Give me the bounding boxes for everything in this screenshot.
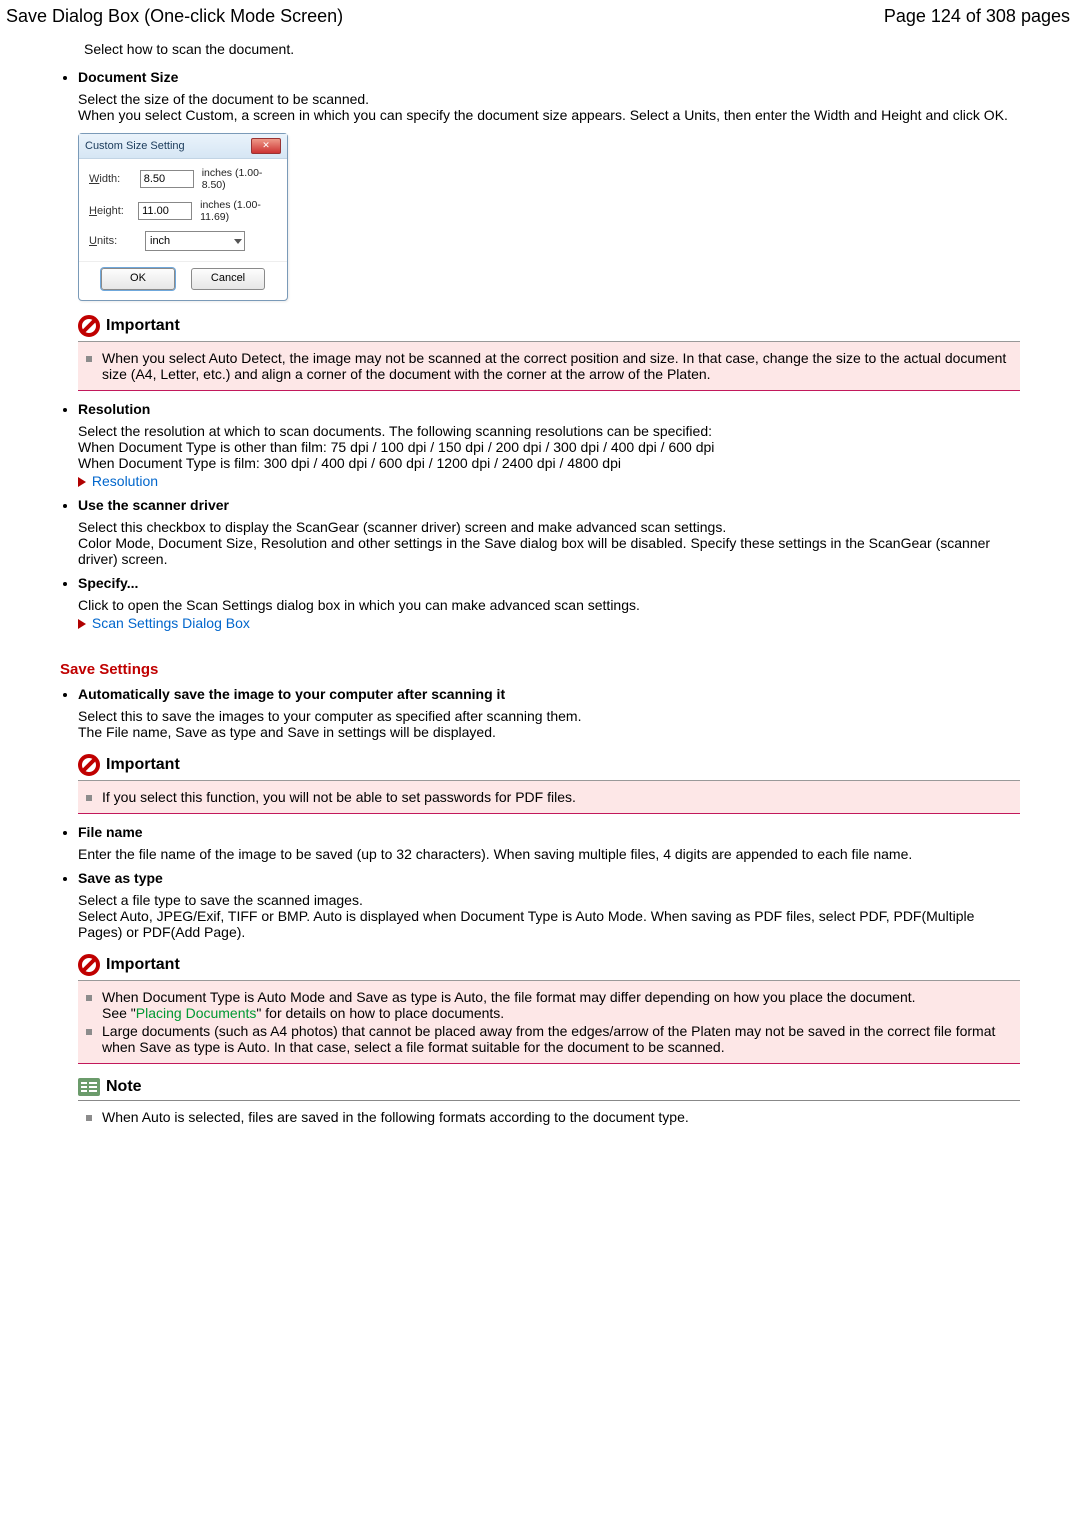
note-callout: Note When Auto is selected, files are sa… xyxy=(78,1078,1020,1133)
resolution-heading: Resolution xyxy=(78,401,1020,417)
important-callout-1: Important When you select Auto Detect, t… xyxy=(78,315,1020,391)
width-label: Width: xyxy=(89,173,132,185)
specify-heading: Specify... xyxy=(78,575,1020,591)
auto-save-desc-2: The File name, Save as type and Save in … xyxy=(78,724,1020,740)
important-title-2: Important xyxy=(106,756,180,774)
note-title: Note xyxy=(106,1078,142,1096)
chevron-down-icon xyxy=(234,239,242,244)
placing-documents-link[interactable]: Placing Documents xyxy=(136,1005,257,1021)
height-range: inches (1.00-11.69) xyxy=(200,199,277,223)
important-title-3: Important xyxy=(106,956,180,974)
auto-save-heading: Automatically save the image to your com… xyxy=(78,686,1020,702)
resolution-desc-1: Select the resolution at which to scan d… xyxy=(78,423,1020,439)
arrow-right-icon xyxy=(78,619,86,629)
important-title-1: Important xyxy=(106,317,180,335)
auto-save-desc-1: Select this to save the images to your c… xyxy=(78,708,1020,724)
width-range: inches (1.00-8.50) xyxy=(202,167,277,191)
note-icon xyxy=(78,1078,100,1096)
note-text: When Auto is selected, files are saved i… xyxy=(86,1109,1012,1125)
prohibition-icon xyxy=(78,954,100,976)
important1-text: When you select Auto Detect, the image m… xyxy=(86,350,1012,382)
page-title: Save Dialog Box (One-click Mode Screen) xyxy=(6,6,343,27)
save-as-type-desc-1: Select a file type to save the scanned i… xyxy=(78,892,1020,908)
custom-size-dialog: Custom Size Setting ✕ Width: inches (1.0… xyxy=(78,133,288,301)
close-button[interactable]: ✕ xyxy=(251,138,281,154)
height-label: Height: xyxy=(89,205,130,217)
page-count: Page 124 of 308 pages xyxy=(884,6,1070,27)
file-name-heading: File name xyxy=(78,824,1020,840)
prohibition-icon xyxy=(78,754,100,776)
save-as-type-desc-2: Select Auto, JPEG/Exif, TIFF or BMP. Aut… xyxy=(78,908,1020,940)
width-input[interactable] xyxy=(140,170,194,188)
document-size-desc-1: Select the size of the document to be sc… xyxy=(78,91,1020,107)
resolution-link[interactable]: Resolution xyxy=(92,473,158,489)
important-callout-3: Important When Document Type is Auto Mod… xyxy=(78,954,1020,1064)
document-size-heading: Document Size xyxy=(78,69,1020,85)
scanner-driver-desc-2: Color Mode, Document Size, Resolution an… xyxy=(78,535,1020,567)
scan-settings-link[interactable]: Scan Settings Dialog Box xyxy=(92,615,250,631)
important3-item-1: When Document Type is Auto Mode and Save… xyxy=(86,989,1012,1021)
important-callout-2: Important If you select this function, y… xyxy=(78,754,1020,814)
important2-text: If you select this function, you will no… xyxy=(86,789,1012,805)
intro-text: Select how to scan the document. xyxy=(84,41,1020,57)
important3-item-2: Large documents (such as A4 photos) that… xyxy=(86,1023,1012,1055)
height-input[interactable] xyxy=(138,202,192,220)
ok-button[interactable]: OK xyxy=(101,268,175,290)
units-label: Units: xyxy=(89,235,137,247)
file-name-desc: Enter the file name of the image to be s… xyxy=(78,846,1020,862)
scanner-driver-heading: Use the scanner driver xyxy=(78,497,1020,513)
specify-desc: Click to open the Scan Settings dialog b… xyxy=(78,597,1020,613)
arrow-right-icon xyxy=(78,477,86,487)
prohibition-icon xyxy=(78,315,100,337)
cancel-button[interactable]: Cancel xyxy=(191,268,265,290)
save-as-type-heading: Save as type xyxy=(78,870,1020,886)
scanner-driver-desc-1: Select this checkbox to display the Scan… xyxy=(78,519,1020,535)
units-select[interactable]: inch xyxy=(145,231,245,251)
document-size-desc-2: When you select Custom, a screen in whic… xyxy=(78,107,1020,123)
save-settings-heading: Save Settings xyxy=(60,661,1020,678)
resolution-desc-2: When Document Type is other than film: 7… xyxy=(78,439,1020,455)
resolution-desc-3: When Document Type is film: 300 dpi / 40… xyxy=(78,455,1020,471)
dialog-title: Custom Size Setting xyxy=(85,140,185,152)
